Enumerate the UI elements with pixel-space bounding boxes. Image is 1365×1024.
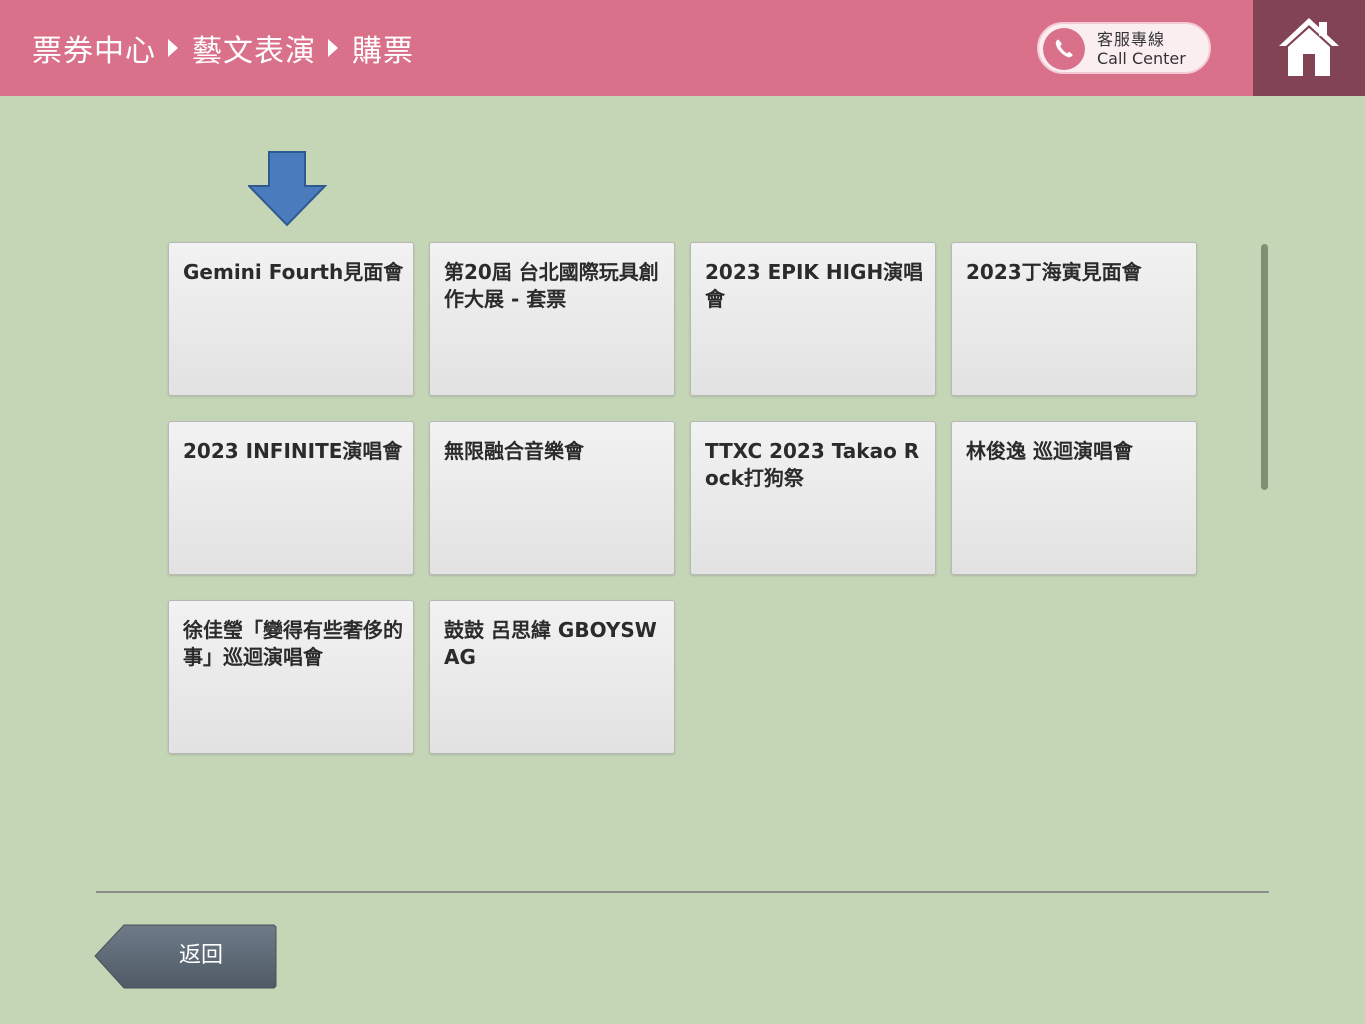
back-button[interactable]: 返回 [94,924,278,989]
down-arrow-icon [248,151,328,227]
top-header: 票券中心 藝文表演 購票 客服專線 Call Center [0,0,1365,96]
event-tile-label: Gemini Fourth見面會 [183,260,404,284]
breadcrumb-separator-icon [328,39,338,57]
event-tile[interactable]: 2023 INFINITE演唱會 [168,421,414,575]
event-tile[interactable]: Gemini Fourth見面會 [168,242,414,396]
event-tile[interactable]: 鼓鼓 呂思緯 GBOYSWAG [429,600,675,754]
call-center-label-en: Call Center [1097,49,1186,68]
event-tile[interactable]: 第20屆 台北國際玩具創作大展 - 套票 [429,242,675,396]
call-center-label-zh: 客服專線 [1097,30,1166,49]
footer-divider [96,891,1269,893]
event-tile-label: TTXC 2023 Takao Rock打狗祭 [705,439,920,490]
event-tile-label: 2023丁海寅見面會 [966,260,1142,284]
home-icon [1279,18,1339,76]
scrollbar[interactable] [1261,244,1268,490]
event-tile-label: 鼓鼓 呂思緯 GBOYSWAG [444,618,657,669]
event-tile[interactable]: 無限融合音樂會 [429,421,675,575]
event-tile-label: 無限融合音樂會 [444,439,584,463]
back-button-label: 返回 [178,943,223,968]
home-button[interactable] [1253,0,1365,96]
breadcrumb-item-performances[interactable]: 藝文表演 [192,26,316,70]
event-tile-label: 第20屆 台北國際玩具創作大展 - 套票 [444,260,659,311]
breadcrumb-item-buy: 購票 [352,34,414,69]
call-center-text: 客服專線 Call Center [1097,30,1186,68]
call-center-button[interactable]: 客服專線 Call Center [1037,22,1211,74]
event-tile[interactable]: 2023 EPIK HIGH演唱會 [690,242,936,396]
event-tile-label: 林俊逸 巡迴演唱會 [966,439,1133,463]
breadcrumb-separator-icon [168,39,178,57]
event-tile-label: 2023 EPIK HIGH演唱會 [705,260,924,311]
phone-icon [1043,28,1085,70]
event-tile-label: 2023 INFINITE演唱會 [183,439,403,463]
event-tile[interactable]: 2023丁海寅見面會 [951,242,1197,396]
event-tile[interactable]: 林俊逸 巡迴演唱會 [951,421,1197,575]
event-tile[interactable]: TTXC 2023 Takao Rock打狗祭 [690,421,936,575]
breadcrumb: 票券中心 藝文表演 購票 [32,26,414,70]
event-tile-label: 徐佳瑩「變得有些奢侈的事」巡迴演唱會 [183,618,403,669]
event-tile[interactable]: 徐佳瑩「變得有些奢侈的事」巡迴演唱會 [168,600,414,754]
breadcrumb-item-ticket-center[interactable]: 票券中心 [32,26,156,70]
